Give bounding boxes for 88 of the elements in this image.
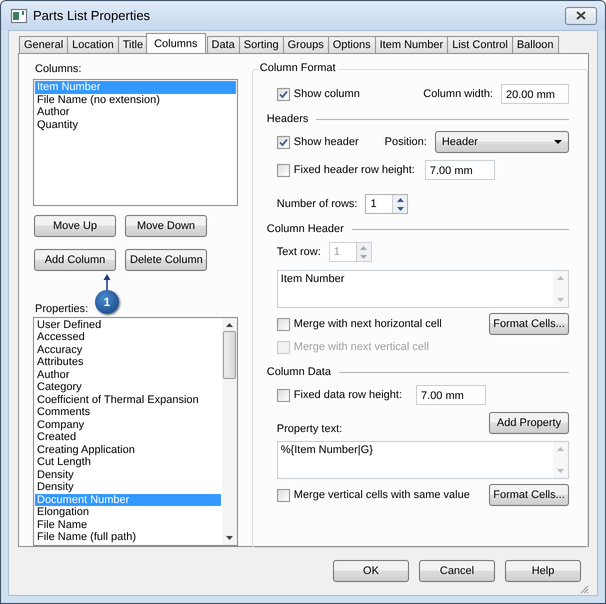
section-heading: Headers [266, 113, 308, 125]
format-cells-button[interactable]: Format Cells... [489, 313, 569, 335]
list-item[interactable]: User Defined [35, 318, 221, 332]
list-item[interactable]: Comments [35, 406, 221, 419]
list-item[interactable]: Cut Length [35, 456, 221, 469]
checkbox-label: Fixed header row height: [294, 164, 415, 176]
checkbox-label: Merge with next vertical cell [294, 341, 429, 353]
text-area[interactable]: Item Number [276, 270, 569, 308]
group-title: Column Format [258, 62, 338, 74]
tab[interactable]: Sorting [238, 36, 284, 53]
checkbox[interactable] [276, 488, 290, 502]
list-item[interactable]: Accessed [35, 331, 221, 344]
vertical-scrollbar[interactable] [222, 318, 237, 545]
command-button[interactable]: Move Down [125, 214, 207, 237]
close-icon[interactable] [576, 11, 586, 20]
checkbox-label: Merge with next horizontal cell [294, 318, 442, 330]
properties-list[interactable] [33, 316, 238, 546]
resize-grip-icon[interactable] [579, 584, 589, 594]
input-field[interactable]: 7.00 mm [416, 385, 486, 405]
tab[interactable]: Location [67, 36, 119, 53]
dialog-button[interactable]: OK [333, 560, 409, 582]
input-field[interactable]: 7.00 mm [424, 160, 495, 180]
list-item[interactable]: Density [35, 481, 221, 494]
field-label: Text row: [276, 246, 321, 258]
dropdown[interactable]: Header [434, 131, 569, 153]
checkbox[interactable] [276, 88, 290, 100]
section-heading: Column Header [266, 223, 344, 235]
tab[interactable]: Title [118, 36, 148, 53]
checkbox[interactable] [276, 164, 290, 176]
dropdown-arrow-icon[interactable] [554, 140, 562, 144]
list-item[interactable]: Density [35, 468, 221, 482]
list-item[interactable]: Elongation [35, 506, 221, 519]
list-item[interactable]: Quantity [35, 118, 236, 132]
list-item[interactable]: File Name (no extension) [35, 94, 236, 106]
list-item[interactable]: Coefficient of Thermal Expansion [35, 394, 221, 406]
list-item[interactable]: Author [35, 106, 236, 119]
down-arrow-icon[interactable] [396, 206, 404, 210]
dialog-button[interactable]: Cancel [419, 560, 495, 582]
list-item[interactable]: Category [35, 381, 221, 394]
tab[interactable]: Options [328, 36, 376, 53]
checkbox[interactable] [276, 318, 290, 330]
tab[interactable]: List Control [447, 36, 513, 53]
callout-badge: 1 [95, 290, 119, 314]
field-label: Property text: [276, 423, 342, 435]
list-item[interactable]: Attributes [35, 356, 221, 369]
tab[interactable]: Data [206, 36, 240, 53]
columns-list[interactable]: Item Number File Name (no extension) Author Quantity [33, 79, 238, 206]
add-property-button[interactable]: Add Property [489, 412, 569, 434]
input-field[interactable]: 20.00 mm [501, 84, 569, 104]
command-button[interactable]: Add Column [34, 248, 116, 271]
list-item[interactable]: File Name [35, 518, 221, 532]
window-title: Parts List Properties [33, 8, 152, 23]
close-button[interactable] [565, 6, 597, 24]
list-label: Properties: [35, 302, 88, 316]
section-heading: Column Data [266, 366, 331, 378]
tab[interactable]: Item Number [374, 36, 448, 53]
spinner-field[interactable]: 1 [365, 194, 408, 214]
checkbox-label: Show column [294, 88, 360, 100]
tab[interactable]: Groups [282, 36, 329, 53]
format-cells-button[interactable]: Format Cells... [489, 484, 569, 506]
list-item[interactable]: Created [35, 431, 221, 444]
command-button[interactable]: Move Up [34, 214, 116, 237]
list-item[interactable]: Accuracy [35, 344, 221, 356]
checkbox-label: Show header [294, 136, 359, 148]
field-label: Number of rows: [276, 198, 358, 210]
command-button[interactable]: Delete Column [125, 248, 207, 271]
down-arrow-icon[interactable] [226, 536, 233, 540]
dialog-button[interactable]: Help [505, 560, 581, 582]
checkbox-label: Fixed data row height: [294, 389, 402, 401]
scrollbar-thumb[interactable] [222, 330, 236, 379]
checkbox[interactable] [276, 136, 290, 148]
list-item[interactable]: Author [35, 368, 221, 382]
callout-arrow [103, 274, 111, 292]
field-label: Position: [384, 136, 427, 148]
list-item[interactable]: Company [35, 418, 221, 432]
up-arrow-icon[interactable] [226, 322, 233, 327]
checkbox-label: Merge vertical cells with same value [294, 489, 470, 501]
tab[interactable]: General [19, 36, 68, 53]
up-arrow-icon[interactable] [396, 198, 404, 202]
text-area[interactable]: %{Item Number|G} [276, 441, 569, 479]
list-label: Columns: [35, 63, 82, 76]
tab[interactable]: Balloon [512, 36, 559, 53]
app-icon [11, 8, 27, 22]
tab[interactable]: Columns [146, 33, 206, 53]
field-label: Column width: [423, 88, 493, 100]
list-item[interactable]: File Name (full path) [35, 531, 221, 544]
checkbox[interactable] [276, 388, 290, 402]
list-item[interactable]: Creating Application [35, 444, 221, 456]
